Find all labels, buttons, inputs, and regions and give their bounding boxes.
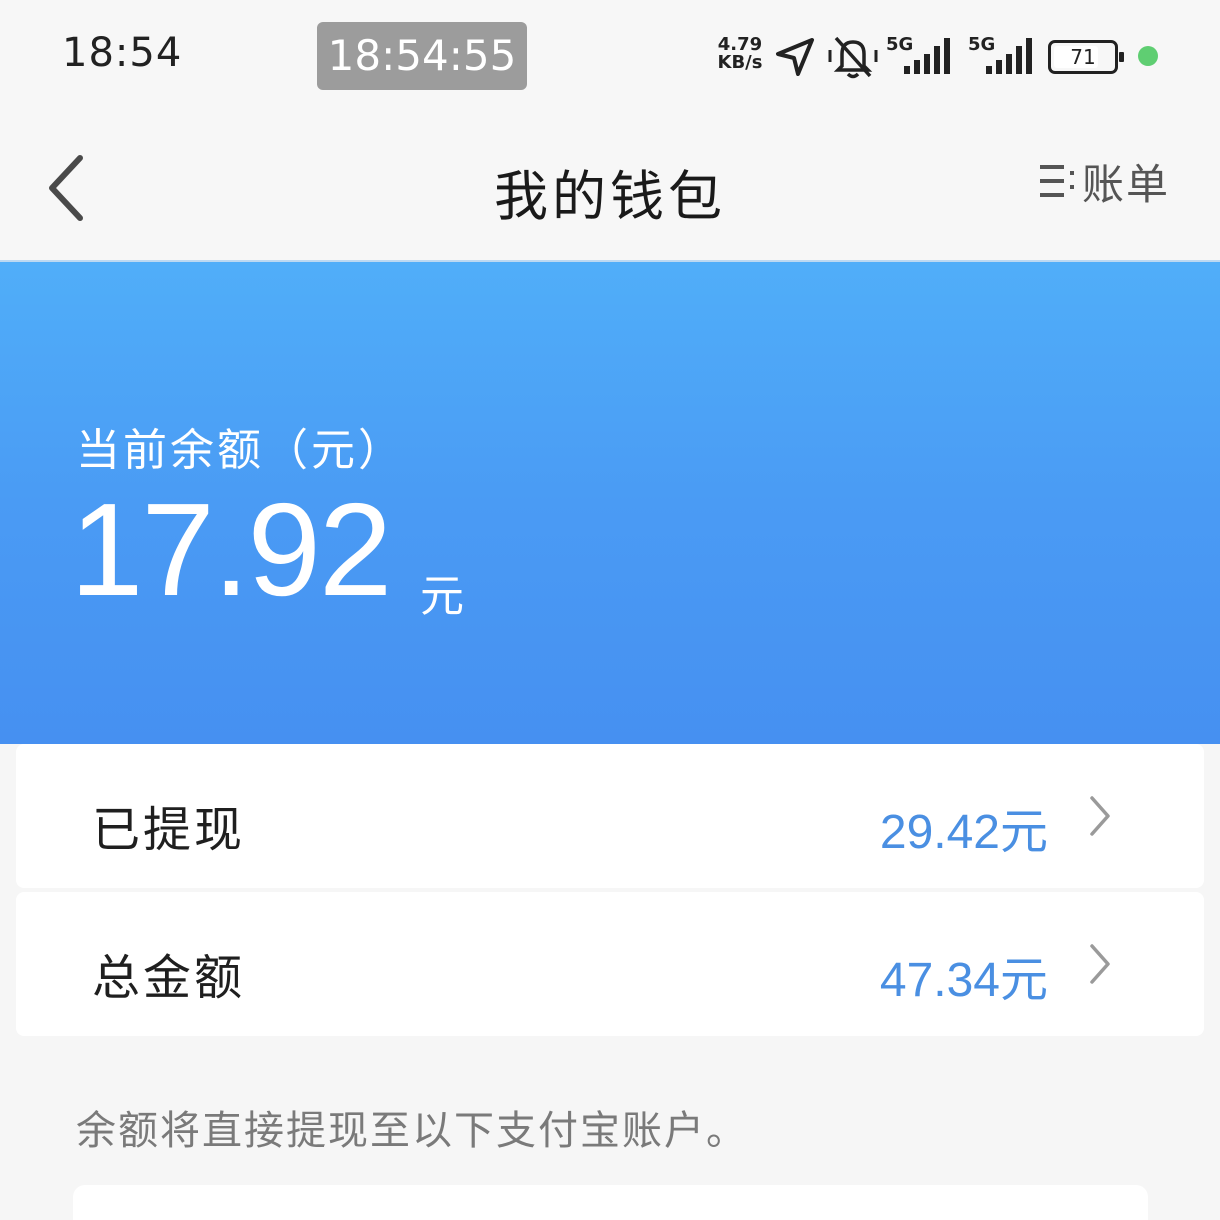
status-bar: 18:54 18:54:55 4.79 KB/s 5G 5G 71 — [0, 0, 1220, 112]
list-icon — [1039, 165, 1074, 197]
withdraw-hint: 余额将直接提现至以下支付宝账户。 — [76, 1108, 748, 1154]
bill-button[interactable]: 账单 — [1038, 156, 1170, 209]
status-time: 18:54 — [62, 30, 183, 76]
withdrawn-row[interactable]: 已提现 29.42元 — [16, 744, 1204, 888]
alipay-account-card[interactable] — [73, 1185, 1148, 1220]
mute-bell-icon — [828, 36, 878, 79]
withdrawn-value: 29.42元 — [879, 806, 1048, 859]
total-amount-value: 47.34元 — [879, 954, 1048, 1007]
clock-chip: 18:54:55 — [317, 22, 527, 90]
battery-level: 71 — [1070, 45, 1096, 69]
status-icons: 4.79 KB/s 5G 5G 71 — [712, 28, 1172, 84]
battery-icon: 71 — [1048, 40, 1124, 74]
location-arrow-icon — [776, 38, 814, 76]
net-speed-unit: KB/s — [717, 52, 763, 73]
total-amount-label: 总金额 — [92, 950, 246, 1006]
bill-label: 账单 — [1081, 159, 1170, 209]
green-dot-icon — [1138, 46, 1158, 66]
chevron-right-icon — [1090, 944, 1110, 984]
net-speed: 4.79 KB/s — [712, 36, 768, 72]
balance-amount: 17.92 — [70, 476, 392, 623]
chevron-right-icon — [1090, 796, 1110, 836]
balance-unit: 元 — [420, 571, 464, 622]
signal-icon-2 — [986, 38, 1032, 74]
nav-bar: 我的钱包 账单 — [0, 112, 1220, 260]
balance-banner: 当前余额（元） 17.92 元 — [0, 260, 1220, 744]
signal-icon — [904, 38, 950, 74]
withdrawn-label: 已提现 — [92, 802, 246, 858]
balance-label: 当前余额（元） — [76, 425, 405, 476]
total-amount-row[interactable]: 总金额 47.34元 — [16, 892, 1204, 1036]
